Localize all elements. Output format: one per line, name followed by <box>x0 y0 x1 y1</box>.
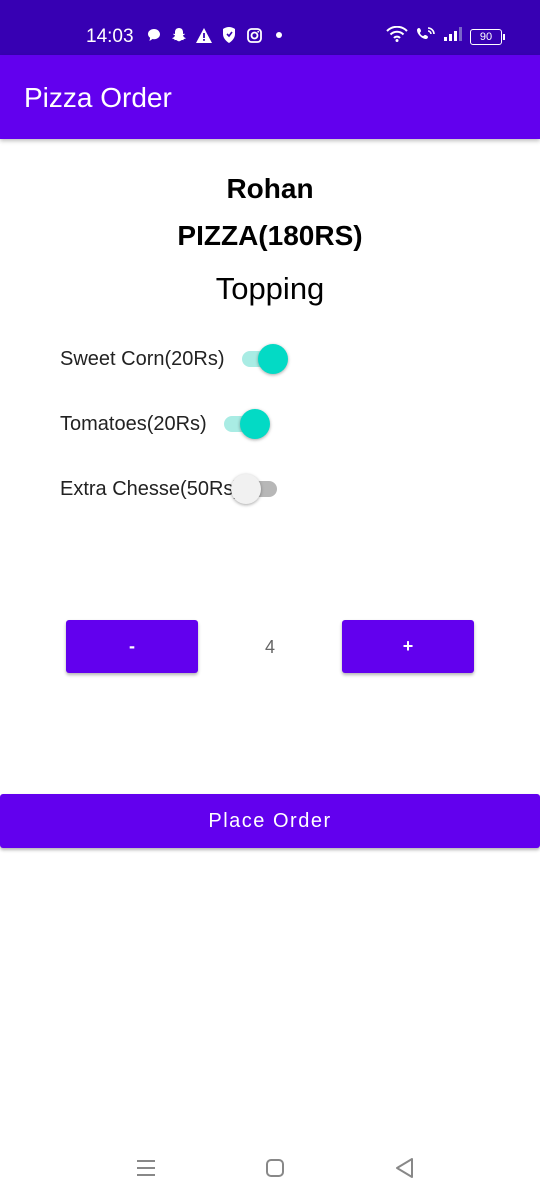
extra-cheese-switch[interactable] <box>231 472 281 506</box>
status-bar: 14:03 90 <box>0 0 540 55</box>
sweet-corn-switch[interactable] <box>240 342 290 376</box>
switch-thumb <box>231 474 262 504</box>
signal-icon <box>444 27 462 46</box>
status-time: 14:03 <box>86 26 134 47</box>
topping-row-extra-cheese: Extra Chesse(50Rs) <box>60 472 281 506</box>
place-order-button[interactable]: Place Order <box>0 794 540 848</box>
app-bar: Pizza Order <box>0 55 540 139</box>
topping-row-tomatoes: Tomatoes(20Rs) <box>60 407 272 441</box>
nav-bar <box>0 1140 540 1200</box>
quantity-value: 4 <box>264 637 275 657</box>
wifi-icon <box>386 25 408 47</box>
topping-label-extra-cheese: Extra Chesse(50Rs) <box>60 477 241 500</box>
shield-icon <box>221 27 237 43</box>
battery-icon: 90 <box>470 28 505 45</box>
topping-row-sweet-corn: Sweet Corn(20Rs) <box>60 342 290 376</box>
customer-name: Rohan <box>226 173 314 204</box>
increment-button[interactable]: + <box>342 620 474 673</box>
system-icons: 90 <box>386 25 505 47</box>
app-title: Pizza Order <box>24 82 172 113</box>
dot-icon <box>271 27 287 43</box>
topping-label-sweet-corn: Sweet Corn(20Rs) <box>60 347 225 370</box>
home-icon[interactable] <box>263 1156 287 1180</box>
notification-icons <box>146 27 287 43</box>
switch-thumb <box>257 344 288 374</box>
chat-bubble-icon <box>146 27 162 43</box>
wifi-calling-icon <box>416 26 436 47</box>
warning-icon <box>196 27 212 43</box>
back-icon[interactable] <box>393 1156 417 1180</box>
topping-heading: Topping <box>215 271 325 306</box>
instagram-icon <box>246 27 262 43</box>
topping-label-tomatoes: Tomatoes(20Rs) <box>60 412 207 435</box>
switch-thumb <box>239 409 270 439</box>
pizza-price: PIZZA(180RS) <box>177 220 363 251</box>
recent-apps-icon[interactable] <box>134 1156 158 1180</box>
snapchat-icon <box>171 27 187 43</box>
tomatoes-switch[interactable] <box>222 407 272 441</box>
decrement-button[interactable]: - <box>66 620 198 673</box>
